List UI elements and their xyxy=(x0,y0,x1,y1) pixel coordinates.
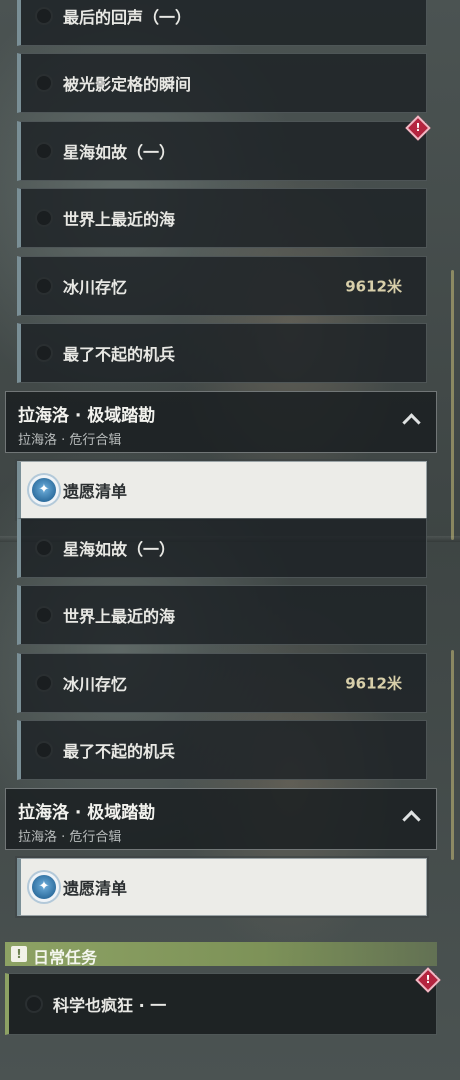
chevron-up-icon[interactable] xyxy=(402,413,421,432)
quest-label: 遗愿清单 xyxy=(63,879,128,898)
quest-label: 星海如故（一） xyxy=(63,540,176,559)
quest-distance: 9612米 xyxy=(345,277,402,296)
quest-item[interactable]: 冰川存忆 9612米 xyxy=(17,256,427,316)
quest-item[interactable]: 被光影定格的瞬间 xyxy=(17,53,427,113)
quest-status-circle xyxy=(35,606,53,624)
exclamation-box-icon: ! xyxy=(11,946,27,962)
quest-item[interactable]: 星海如故（一） xyxy=(17,518,427,578)
quest-item[interactable]: 世界上最近的海 xyxy=(17,188,427,248)
quest-label: 冰川存忆 xyxy=(63,675,128,694)
quest-item[interactable]: 世界上最近的海 xyxy=(17,585,427,645)
quest-label: 科学也疯狂 · 一 xyxy=(53,996,167,1015)
quest-status-circle xyxy=(25,995,43,1013)
quest-label: 最了不起的机兵 xyxy=(63,742,176,761)
quest-distance: 9612米 xyxy=(345,674,402,693)
quest-status-circle xyxy=(35,7,53,25)
quest-status-circle xyxy=(35,142,53,160)
daily-quest-item[interactable]: 科学也疯狂 · 一 xyxy=(5,973,437,1035)
quest-status-circle xyxy=(35,674,53,692)
selected-quest-item[interactable]: ✦ 遗愿清单 xyxy=(17,461,427,519)
chevron-up-icon[interactable] xyxy=(402,810,421,829)
scrollbar-bottom[interactable] xyxy=(451,650,454,860)
quest-group-header[interactable]: 拉海洛 · 极域踏勘 拉海洛 · 危行合辑 xyxy=(5,391,437,453)
group-subtitle: 拉海洛 · 危行合辑 xyxy=(18,830,122,845)
group-subtitle: 拉海洛 · 危行合辑 xyxy=(18,433,122,448)
quest-item[interactable]: 最了不起的机兵 xyxy=(17,720,427,780)
group-title: 拉海洛 · 极域踏勘 xyxy=(18,803,156,823)
group-title: 拉海洛 · 极域踏勘 xyxy=(18,406,156,426)
quest-status-circle xyxy=(35,539,53,557)
quest-label: 遗愿清单 xyxy=(63,482,128,501)
navigation-compass-icon[interactable]: ✦ xyxy=(32,478,56,502)
quest-label: 冰川存忆 xyxy=(63,278,128,297)
quest-label: 最后的回声（一） xyxy=(63,8,192,27)
quest-label: 被光影定格的瞬间 xyxy=(63,75,192,94)
quest-item[interactable]: 星海如故（一） xyxy=(17,121,427,181)
quest-status-circle xyxy=(35,741,53,759)
quest-label: 最了不起的机兵 xyxy=(63,345,176,364)
quest-group-header[interactable]: 拉海洛 · 极域踏勘 拉海洛 · 危行合辑 xyxy=(5,788,437,850)
navigation-compass-icon[interactable]: ✦ xyxy=(32,875,56,899)
quest-status-circle xyxy=(35,277,53,295)
section-title: 日常任务 xyxy=(33,948,98,967)
quest-status-circle xyxy=(35,344,53,362)
quest-item[interactable]: 冰川存忆 9612米 xyxy=(17,653,427,713)
quest-status-circle xyxy=(35,74,53,92)
quest-label: 世界上最近的海 xyxy=(63,210,176,229)
quest-label: 星海如故（一） xyxy=(63,143,176,162)
daily-section-header: ! 日常任务 xyxy=(5,942,437,967)
quest-label: 世界上最近的海 xyxy=(63,607,176,626)
quest-item[interactable]: 最后的回声（一） xyxy=(17,0,427,46)
quest-item[interactable]: 最了不起的机兵 xyxy=(17,323,427,383)
scrollbar-top[interactable] xyxy=(451,270,454,540)
selected-quest-item[interactable]: ✦ 遗愿清单 xyxy=(17,858,427,916)
quest-status-circle xyxy=(35,209,53,227)
